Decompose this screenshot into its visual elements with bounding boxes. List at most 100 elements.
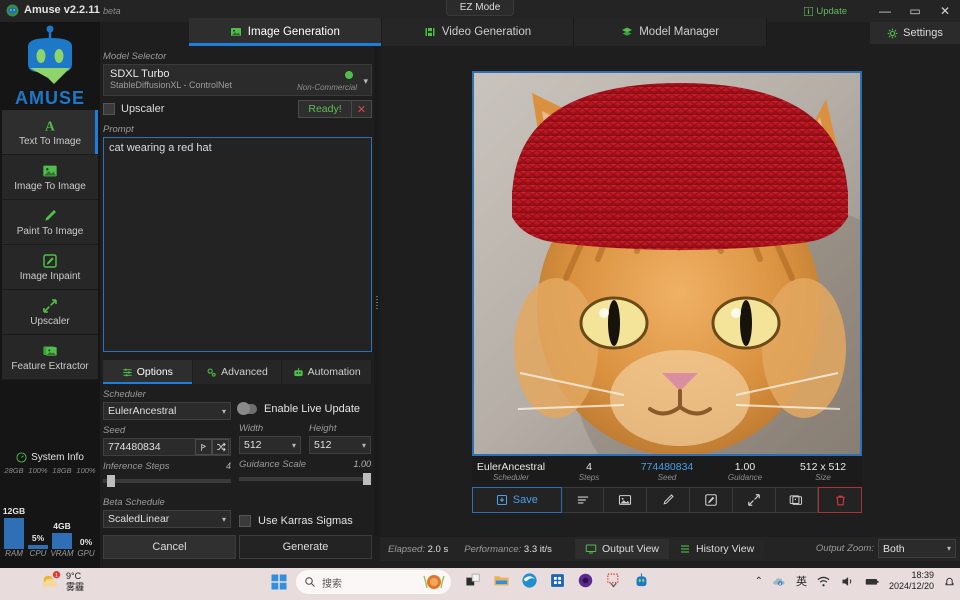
zoom-value: Both (883, 542, 905, 555)
paint-button[interactable] (647, 487, 690, 513)
tray-time-value: 18:39 (911, 570, 934, 580)
sidebar-item-feature-extractor[interactable]: Feature Extractor (2, 335, 98, 380)
pin-seed-button[interactable] (195, 439, 212, 455)
settings-button[interactable]: Settings (870, 22, 960, 44)
sidebar-item-label: Image To Image (14, 180, 86, 192)
clock[interactable]: 18:39 2024/12/20 (889, 570, 934, 592)
beta-schedule-label: Beta Schedule (103, 497, 165, 508)
app-icon-file-explorer[interactable] (493, 572, 510, 589)
chevron-down-icon: ▾ (221, 406, 226, 416)
slider-thumb[interactable] (363, 473, 372, 485)
windows-taskbar: 1 9°C 雾霾 搜索 ⌃ 英 18:39 2024/12/20 (0, 568, 960, 600)
height-select[interactable]: 512 ▾ (309, 436, 371, 454)
ready-button[interactable]: Ready! (298, 100, 352, 118)
tab-image-generation[interactable]: Image Generation (189, 18, 382, 46)
tab-advanced[interactable]: Advanced (192, 360, 283, 384)
tab-video-generation[interactable]: Video Generation (381, 18, 575, 46)
live-update-toggle[interactable] (237, 402, 257, 415)
meta-scheduler: EulerAncestral Scheduler (472, 456, 550, 486)
metric-total: 18GB (52, 466, 72, 475)
minimize-button[interactable]: — (870, 0, 900, 22)
shuffle-icon (216, 442, 226, 452)
pencil-square-icon (43, 253, 57, 268)
copilot-icon[interactable] (421, 573, 447, 591)
cancel-button[interactable]: Cancel (103, 535, 236, 559)
chevron-down-icon: ▾ (221, 514, 226, 524)
model-selector[interactable]: SDXL Turbo StableDiffusionXL - ControlNe… (103, 64, 372, 96)
sidebar-item-image-to-image[interactable]: Image To Image (2, 155, 98, 200)
meta-label: Guidance (727, 472, 763, 482)
weather-widget[interactable]: 1 9°C 雾霾 (40, 571, 84, 593)
guidance-value: 1.00 (353, 459, 371, 469)
sidebar-item-image-inpaint[interactable]: Image Inpaint (2, 245, 98, 290)
app-icon-snipping-tool[interactable] (605, 572, 622, 589)
save-button[interactable]: Save (472, 487, 562, 513)
metric-bar (28, 545, 48, 549)
ime-indicator[interactable]: 英 (796, 573, 807, 589)
notification-bell-icon[interactable] (943, 575, 956, 588)
guidance-slider[interactable] (239, 473, 372, 485)
scheduler-select[interactable]: EulerAncestral ▾ (103, 402, 231, 420)
feature-extract-button[interactable] (775, 487, 819, 513)
zoom-select[interactable]: Both ▾ (878, 539, 956, 558)
app-icon-purple-app[interactable] (577, 572, 594, 589)
app-icon-edge[interactable] (521, 572, 538, 589)
image-toolbar: Save (472, 487, 863, 513)
delete-button[interactable] (818, 487, 863, 513)
sidebar-item-label: Upscaler (30, 315, 70, 327)
app-icon-task-view[interactable] (465, 572, 482, 589)
prompt-input[interactable]: cat wearing a red hat (103, 137, 372, 352)
inference-steps-slider[interactable] (103, 475, 231, 487)
close-icon[interactable]: ✕ (352, 100, 372, 118)
inpaint-button[interactable] (689, 487, 733, 513)
generation-config-panel: Model Selector SDXL Turbo StableDiffusio… (100, 46, 375, 528)
tab-label: Automation (307, 366, 361, 378)
sidebar-item-label: Image Inpaint (19, 270, 81, 282)
image-to-image-button[interactable] (604, 487, 648, 513)
svg-text:AMUSE: AMUSE (15, 88, 85, 108)
system-info-totals: 28GB 100% 18GB 100% (2, 466, 98, 475)
tab-model-manager[interactable]: Model Manager (574, 18, 768, 46)
list-icon (577, 496, 588, 504)
width-select[interactable]: 512 ▾ (239, 436, 301, 454)
upscaler-checkbox[interactable] (103, 103, 115, 115)
karras-checkbox[interactable] (239, 515, 251, 527)
generated-image[interactable] (472, 71, 862, 456)
app-icon-amuse[interactable] (633, 572, 650, 589)
tab-history-view[interactable]: History View (669, 539, 765, 559)
volume-icon[interactable] (840, 574, 855, 589)
tab-output-view[interactable]: Output View (575, 539, 670, 559)
generate-button[interactable]: Generate (239, 535, 372, 559)
app-icon-microsoft-store[interactable] (549, 572, 566, 589)
sidebar-item-upscaler[interactable]: Upscaler (2, 290, 98, 335)
taskbar-search[interactable]: 搜索 (296, 570, 451, 594)
metric-name: VRAM (50, 549, 74, 558)
tray-expand-icon[interactable]: ⌃ (755, 576, 763, 587)
battery-icon[interactable] (864, 574, 880, 589)
chevron-down-icon[interactable]: ▾ (363, 76, 368, 87)
meta-value[interactable]: 774480834 (641, 461, 694, 473)
upscale-button[interactable] (732, 487, 776, 513)
seed-input[interactable]: 774480834 (103, 438, 231, 456)
slider-thumb[interactable] (106, 475, 115, 487)
sidebar-item-paint-to-image[interactable]: Paint To Image (2, 200, 98, 245)
randomize-seed-button[interactable] (212, 439, 229, 455)
ez-mode-button[interactable]: EZ Mode (446, 0, 514, 16)
update-button[interactable]: Update (799, 3, 852, 18)
tab-options[interactable]: Options (103, 360, 193, 384)
windows-start-icon[interactable] (270, 573, 288, 591)
tab-automation[interactable]: Automation (282, 360, 373, 384)
maximize-button[interactable]: ▭ (900, 0, 930, 22)
onedrive-icon[interactable] (772, 574, 787, 589)
robot-icon (293, 367, 303, 376)
sidebar-item-text-to-image[interactable]: A Text To Image (2, 110, 98, 155)
wifi-icon[interactable] (816, 574, 831, 589)
trash-icon (835, 495, 845, 505)
view-tabs: Output View History View (575, 539, 765, 559)
beta-schedule-select[interactable]: ScaledLinear ▾ (103, 510, 231, 528)
close-button[interactable]: ✕ (930, 0, 960, 22)
metric-total: 100% (76, 466, 96, 475)
brush-icon (663, 494, 674, 505)
search-placeholder: 搜索 (322, 578, 342, 590)
details-button[interactable] (561, 487, 605, 513)
